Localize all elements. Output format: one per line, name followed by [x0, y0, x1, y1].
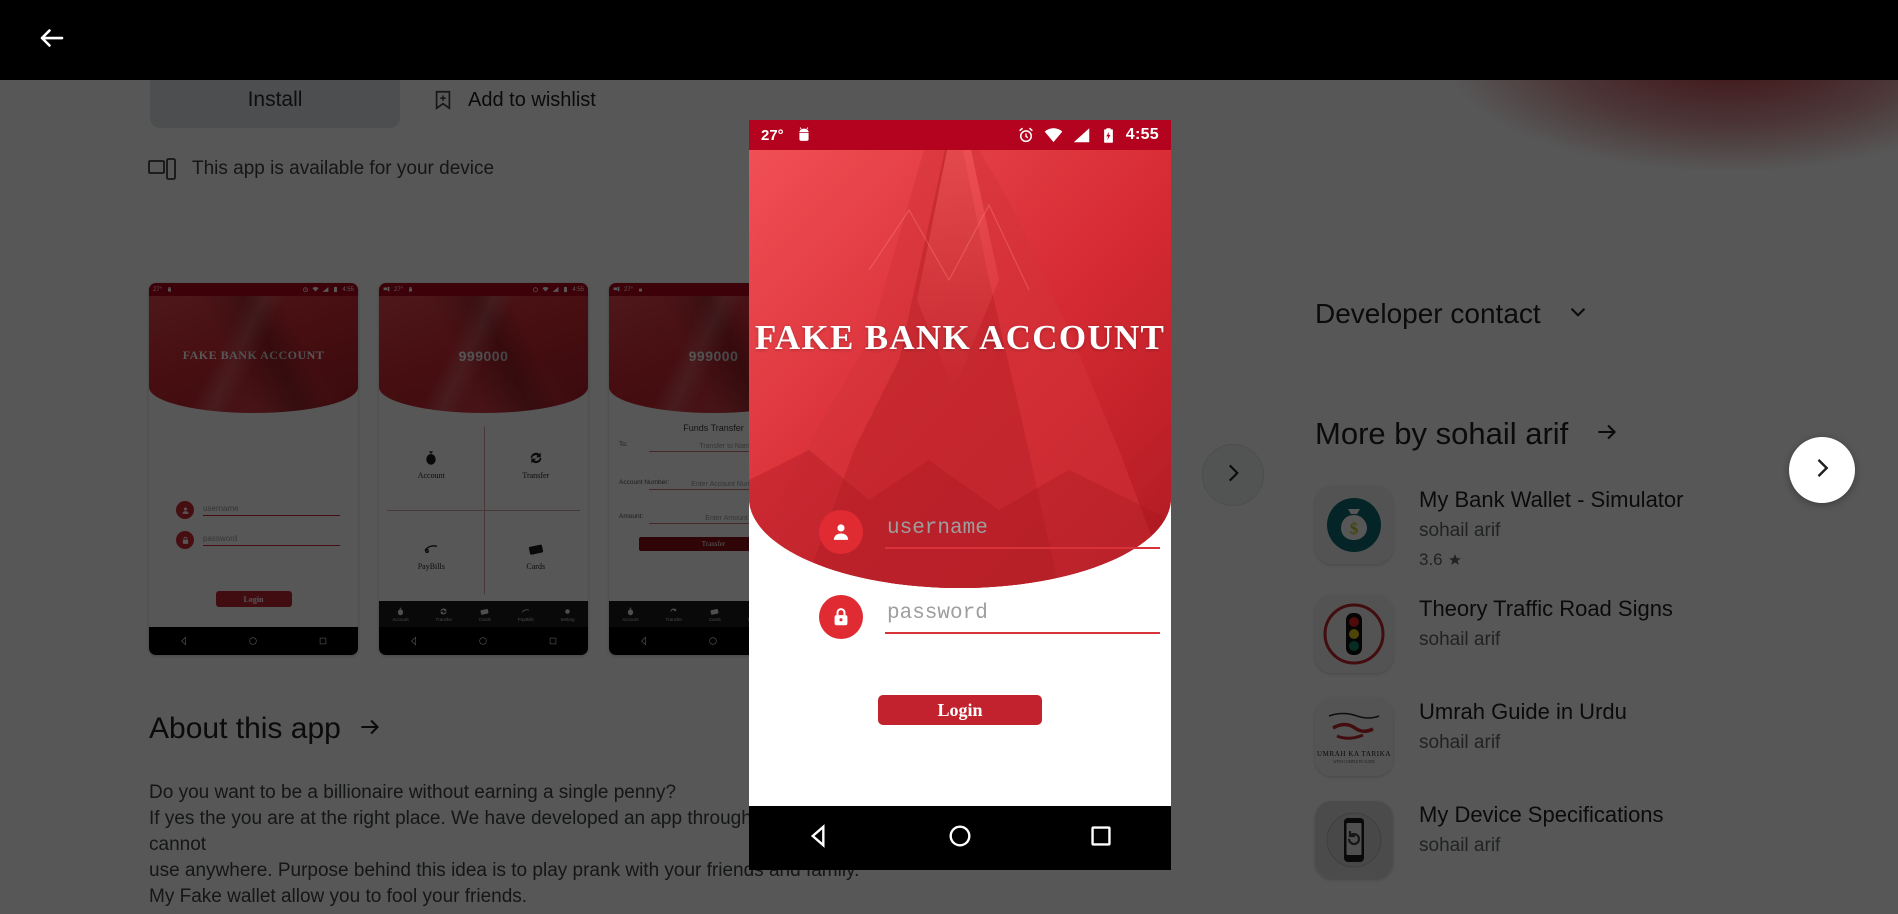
phone-app-title: FAKE BANK ACCOUNT	[754, 318, 1166, 357]
chevron-right-icon	[1808, 454, 1836, 487]
login-form	[749, 510, 1171, 680]
next-page-button[interactable]	[1789, 437, 1855, 503]
battery-charging-icon	[1103, 127, 1113, 143]
lightbox-top-bar	[0, 0, 1898, 80]
wifi-icon	[1044, 127, 1063, 142]
person-icon	[819, 510, 863, 554]
triangle-back-icon[interactable]	[806, 823, 832, 854]
arrow-left-icon	[37, 23, 67, 58]
status-right-group: 4:55	[1017, 126, 1159, 145]
password-input[interactable]	[885, 600, 1160, 634]
phone-status-bar: 27° 4:55	[749, 120, 1171, 150]
login-button[interactable]: Login	[878, 695, 1042, 725]
circle-home-icon[interactable]	[947, 823, 973, 854]
status-temperature: 27°	[761, 126, 784, 144]
signal-icon	[1073, 127, 1090, 142]
alarm-icon	[1018, 127, 1033, 143]
phone-navigation-bar	[749, 806, 1171, 870]
password-field-row	[749, 595, 1171, 639]
screen: Install Add to wishlist This app is avai…	[0, 0, 1898, 914]
username-field-row	[749, 510, 1171, 554]
lock-icon	[819, 595, 863, 639]
username-input[interactable]	[885, 515, 1160, 549]
status-time: 4:55	[1125, 126, 1159, 143]
square-recents-icon[interactable]	[1088, 823, 1114, 854]
back-button[interactable]	[30, 18, 74, 62]
expanded-screenshot-login[interactable]: 27° 4:55 FAKE BANK ACCOUNT username Logi…	[749, 120, 1171, 870]
android-icon	[799, 127, 809, 141]
